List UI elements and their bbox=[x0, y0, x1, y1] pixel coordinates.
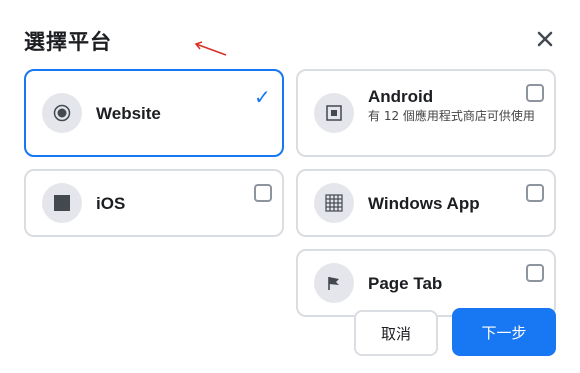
next-button[interactable]: 下一步 bbox=[452, 308, 556, 356]
platform-label-android: Android bbox=[368, 87, 434, 106]
platform-label-website: Website bbox=[96, 104, 161, 123]
checkbox-android[interactable] bbox=[526, 84, 544, 102]
dialog-title: 選擇平台 bbox=[24, 30, 112, 54]
dialog: 選擇平台 Website ✓ Android 有 12 個應用程式商店可供使用 … bbox=[0, 0, 580, 373]
close-icon[interactable] bbox=[536, 30, 554, 48]
platform-label-windows: Windows App bbox=[368, 194, 480, 213]
android-square-icon bbox=[314, 93, 354, 133]
cancel-button[interactable]: 取消 bbox=[354, 310, 438, 356]
ios-square-icon bbox=[42, 183, 82, 223]
platform-card-website[interactable]: Website ✓ bbox=[24, 69, 284, 157]
radio-dot-icon bbox=[42, 93, 82, 133]
platform-label-ios: iOS bbox=[96, 194, 126, 213]
checkmark-icon: ✓ bbox=[254, 85, 271, 109]
platform-card-ios[interactable]: iOS bbox=[24, 169, 284, 237]
flag-icon bbox=[314, 263, 354, 303]
platform-sub-android: 有 12 個應用程式商店可供使用 bbox=[368, 109, 535, 123]
checkbox-windows[interactable] bbox=[526, 184, 544, 202]
platform-card-android[interactable]: Android 有 12 個應用程式商店可供使用 bbox=[296, 69, 556, 157]
platform-card-windows[interactable]: Windows App bbox=[296, 169, 556, 237]
platform-label-pagetab: Page Tab bbox=[368, 274, 443, 293]
checkbox-ios[interactable] bbox=[254, 184, 272, 202]
checkbox-pagetab[interactable] bbox=[526, 264, 544, 282]
windows-grid-icon bbox=[314, 183, 354, 223]
annotation-arrow-icon bbox=[194, 41, 227, 56]
platform-card-pagetab[interactable]: Page Tab bbox=[296, 249, 556, 317]
